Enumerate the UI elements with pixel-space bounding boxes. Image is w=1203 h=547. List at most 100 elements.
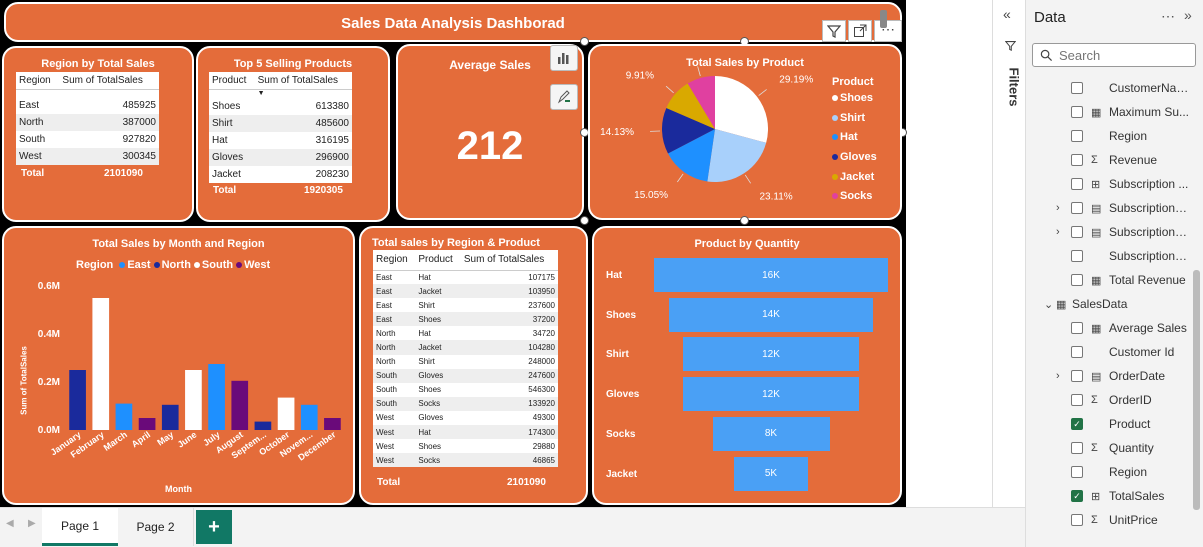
pane-scrollbar[interactable] xyxy=(1193,270,1200,510)
legend-item[interactable]: Socks xyxy=(832,190,877,210)
focus-mode-icon[interactable] xyxy=(848,20,872,42)
legend-item[interactable]: Jacket xyxy=(832,171,877,191)
filter-icon[interactable] xyxy=(822,20,846,42)
filters-label[interactable]: Filters xyxy=(1007,68,1022,108)
legend-item[interactable]: West xyxy=(236,259,270,271)
field-item[interactable]: ▦ Maximum Su... xyxy=(1026,100,1203,124)
collapse-chevron-icon[interactable]: ⌄ xyxy=(1044,298,1053,311)
field-item[interactable]: CustomerName xyxy=(1026,76,1203,100)
field-item[interactable]: ✓ Product xyxy=(1026,412,1203,436)
resize-handle[interactable] xyxy=(580,216,589,225)
funnel-bar[interactable]: 14K xyxy=(668,297,874,332)
expand-chevron-icon[interactable]: › xyxy=(1056,370,1060,382)
field-item[interactable]: › ▤ SubscriptionSt... xyxy=(1026,220,1203,244)
build-visual-icon[interactable] xyxy=(550,45,578,71)
field-checkbox[interactable] xyxy=(1071,130,1083,142)
prev-page-icon[interactable]: ◀ xyxy=(6,518,14,529)
field-checkbox[interactable] xyxy=(1071,274,1083,286)
field-checkbox[interactable] xyxy=(1071,154,1083,166)
legend-item[interactable]: East xyxy=(119,259,151,271)
legend-item[interactable]: North xyxy=(153,259,191,271)
bar[interactable] xyxy=(138,418,156,430)
legend-item[interactable]: South xyxy=(193,259,233,271)
field-item[interactable]: Σ Revenue xyxy=(1026,148,1203,172)
pie-chart-card[interactable]: Total Sales by Product 29.19% 23.11% 15.05… xyxy=(588,44,902,220)
bar[interactable] xyxy=(161,404,179,430)
next-page-icon[interactable]: ▶ xyxy=(28,518,36,529)
field-item[interactable]: ⌄ ▦ SalesData xyxy=(1026,292,1203,316)
field-checkbox[interactable] xyxy=(1071,250,1083,262)
field-item[interactable]: Region xyxy=(1026,460,1203,484)
col-header[interactable]: Sum of TotalSales xyxy=(59,72,159,90)
legend-item[interactable]: Gloves xyxy=(832,151,877,171)
scroll-handle[interactable] xyxy=(880,10,887,28)
bar-chart-card[interactable]: Total Sales by Month and Region Region E… xyxy=(2,226,355,505)
col-header[interactable]: Sum of TotalSales xyxy=(254,72,352,90)
bar[interactable] xyxy=(208,364,225,430)
collapse-filters-icon[interactable]: « xyxy=(1003,6,1011,22)
bar[interactable] xyxy=(324,418,341,430)
field-item[interactable]: ▦ Total Revenue xyxy=(1026,268,1203,292)
col-header[interactable]: Product xyxy=(209,72,255,90)
legend-item[interactable]: Shoes xyxy=(832,92,877,112)
funnel-card[interactable]: Product by Quantity Hat 16K Shoes 14K Shirt 1… xyxy=(592,226,902,505)
col-header[interactable]: Product xyxy=(415,250,461,271)
funnel-bar[interactable]: 12K xyxy=(683,377,859,412)
bar[interactable] xyxy=(92,298,110,430)
more-options-icon[interactable]: ⋯ xyxy=(1161,8,1175,25)
sort-desc-icon[interactable]: ▼ xyxy=(255,89,352,98)
tab-page-1[interactable]: Page 1 xyxy=(42,508,118,546)
col-header[interactable]: Sum of TotalSales xyxy=(460,250,558,271)
bar[interactable] xyxy=(115,403,133,430)
field-item[interactable]: ✓ ⊞ TotalSales xyxy=(1026,484,1203,508)
funnel-bar[interactable]: 8K xyxy=(712,416,830,451)
legend-item[interactable]: Hat xyxy=(832,131,877,151)
search-box[interactable] xyxy=(1032,43,1196,67)
field-checkbox[interactable] xyxy=(1071,322,1083,334)
funnel-bar[interactable]: 12K xyxy=(683,337,859,372)
field-checkbox[interactable] xyxy=(1071,442,1083,454)
legend-item[interactable]: Shirt xyxy=(832,112,877,132)
field-item[interactable]: › ▤ SubscriptionE... xyxy=(1026,196,1203,220)
funnel-bar[interactable]: 5K xyxy=(734,456,808,491)
field-checkbox[interactable] xyxy=(1071,514,1083,526)
field-item[interactable]: Customer Id xyxy=(1026,340,1203,364)
field-checkbox[interactable] xyxy=(1071,466,1083,478)
expand-pane-icon[interactable]: » xyxy=(1184,7,1192,23)
field-item[interactable]: Σ UnitPrice xyxy=(1026,508,1203,532)
resize-handle[interactable] xyxy=(740,216,749,225)
field-checkbox[interactable] xyxy=(1071,346,1083,358)
field-checkbox[interactable] xyxy=(1071,106,1083,118)
col-header[interactable]: Region xyxy=(373,250,416,271)
field-item[interactable]: Σ Quantity xyxy=(1026,436,1203,460)
field-item[interactable]: Σ OrderID xyxy=(1026,388,1203,412)
field-checkbox[interactable] xyxy=(1071,226,1083,238)
field-item[interactable]: SubscriptionT... xyxy=(1026,244,1203,268)
search-input[interactable] xyxy=(1059,47,1189,63)
field-checkbox[interactable] xyxy=(1071,370,1083,382)
field-item[interactable]: ⊞ Subscription ... xyxy=(1026,172,1203,196)
field-item[interactable]: ▦ Average Sales xyxy=(1026,316,1203,340)
tab-page-2[interactable]: Page 2 xyxy=(118,508,194,546)
bar[interactable] xyxy=(185,370,202,430)
field-checkbox[interactable]: ✓ xyxy=(1071,418,1083,430)
more-options-icon[interactable]: ⋯ xyxy=(874,20,902,42)
col-header[interactable]: Region xyxy=(16,72,60,90)
field-item[interactable]: › ▤ OrderDate xyxy=(1026,364,1203,388)
bar[interactable] xyxy=(300,404,318,430)
bar[interactable] xyxy=(254,421,272,430)
bar[interactable] xyxy=(277,397,295,430)
field-checkbox[interactable] xyxy=(1071,394,1083,406)
field-item[interactable]: Region xyxy=(1026,124,1203,148)
funnel-bar[interactable]: 16K xyxy=(654,258,888,292)
field-checkbox[interactable]: ✓ xyxy=(1071,490,1083,502)
expand-chevron-icon[interactable]: › xyxy=(1056,202,1060,214)
region-product-card[interactable]: Total sales by Region & Product Region P… xyxy=(359,226,588,505)
resize-handle[interactable] xyxy=(580,37,589,46)
expand-chevron-icon[interactable]: › xyxy=(1056,226,1060,238)
bar[interactable] xyxy=(231,380,249,430)
bar[interactable] xyxy=(69,370,86,430)
add-page-button[interactable]: + xyxy=(196,510,232,544)
field-checkbox[interactable] xyxy=(1071,178,1083,190)
field-checkbox[interactable] xyxy=(1071,82,1083,94)
